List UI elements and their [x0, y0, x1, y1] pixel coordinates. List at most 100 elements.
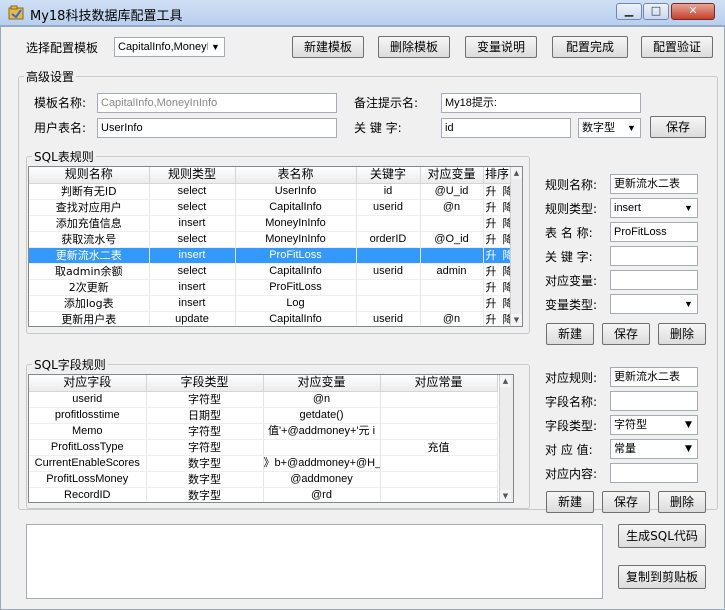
- variable-help-button[interactable]: 变量说明: [465, 36, 537, 58]
- table-cell: insert: [149, 295, 236, 312]
- sql-field-table: 对应字段 字段类型 对应变量 对应常量 userid 字符型 @n profitlos…: [29, 375, 498, 502]
- template-select[interactable]: CapitalInfo,MoneyIn ▼: [114, 37, 225, 57]
- scroll-down-icon[interactable]: ▼: [511, 314, 522, 326]
- variable-type-select[interactable]: ▼: [610, 294, 698, 314]
- new-template-button[interactable]: 新建模板: [292, 36, 364, 58]
- sort-up-link[interactable]: 升: [486, 297, 497, 310]
- sort-up-link[interactable]: 升: [486, 281, 497, 294]
- table-cell: 2次更新: [29, 279, 150, 296]
- table-row[interactable]: 查找对应用户selectCapitalInfouserid@n升降: [29, 199, 512, 216]
- scroll-up-icon[interactable]: ▲: [511, 167, 522, 179]
- maximize-button[interactable]: □: [643, 3, 669, 20]
- sort-cell: 升降: [483, 183, 512, 200]
- rule-delete-button[interactable]: 删除: [658, 323, 706, 345]
- rule-save-button[interactable]: 保存: [602, 323, 650, 345]
- table-row[interactable]: ProfitLossMoney 数字型 @addmoney: [29, 471, 498, 488]
- variable-type-label: 变量类型:: [545, 298, 598, 312]
- column-header[interactable]: 对应字段: [29, 375, 147, 392]
- table-cell: CapitalInfo: [235, 311, 357, 326]
- column-header[interactable]: 对应变量: [420, 167, 484, 184]
- column-header[interactable]: 排序: [483, 167, 512, 184]
- table-cell: 字符型: [146, 439, 264, 456]
- table-row[interactable]: userid 字符型 @n: [29, 391, 498, 408]
- config-verify-button[interactable]: 配置验证: [641, 36, 713, 58]
- template-name-field[interactable]: CapitalInfo,MoneyInInfo: [97, 93, 337, 113]
- column-header[interactable]: 关键字: [356, 167, 421, 184]
- field-content-field[interactable]: [610, 463, 698, 483]
- rule-type-select[interactable]: insert ▼: [610, 198, 698, 218]
- sort-cell: 升降: [483, 279, 512, 296]
- scroll-up-icon[interactable]: ▲: [500, 375, 511, 387]
- field-save-button[interactable]: 保存: [602, 491, 650, 513]
- close-button[interactable]: ✕: [671, 3, 715, 20]
- rule-new-button[interactable]: 新建: [546, 323, 594, 345]
- table-cell: insert: [149, 215, 236, 232]
- table-cell: [420, 247, 484, 264]
- sort-up-link[interactable]: 升: [486, 249, 497, 262]
- column-header[interactable]: 规则名称: [29, 167, 150, 184]
- table-row[interactable]: 获取流水号selectMoneyInInfoorderID@O_id升降: [29, 231, 512, 248]
- table-row[interactable]: 添加充值信息insertMoneyInInfo 升降: [29, 215, 512, 232]
- table-name-field[interactable]: ProFitLoss: [610, 222, 698, 242]
- sort-up-link[interactable]: 升: [486, 185, 497, 198]
- sql-field-scrollbar[interactable]: ▲ ▼: [499, 375, 513, 502]
- copy-clipboard-button[interactable]: 复制到剪贴板: [618, 565, 706, 589]
- dropdown-arrow-icon: ▼: [624, 120, 639, 136]
- column-header[interactable]: 对应常量: [380, 375, 498, 392]
- table-row[interactable]: 取admin余额selectCapitalInfouseridadmin升降: [29, 263, 512, 280]
- table-row[interactable]: 更新流水二表insertProFitLoss 升降: [29, 247, 512, 264]
- generate-sql-button[interactable]: 生成SQL代码: [618, 524, 706, 548]
- table-row[interactable]: profitlosstime 日期型 getdate(): [29, 407, 498, 424]
- minimize-button[interactable]: ▁: [616, 3, 642, 20]
- field-value-select[interactable]: 常量 ▼: [610, 439, 698, 459]
- column-header[interactable]: 对应变量: [263, 375, 381, 392]
- rule-name-field[interactable]: 更新流水二表: [610, 174, 698, 194]
- sql-field-grid[interactable]: 对应字段 字段类型 对应变量 对应常量 userid 字符型 @n profitlos…: [28, 374, 514, 503]
- table-row[interactable]: RecordID 数字型 @rd: [29, 487, 498, 502]
- field-type-label: 字段类型:: [545, 419, 598, 433]
- sort-up-link[interactable]: 升: [486, 217, 497, 230]
- field-rule-field[interactable]: 更新流水二表: [610, 367, 698, 387]
- column-header[interactable]: 规则类型: [149, 167, 236, 184]
- column-header[interactable]: 表名称: [235, 167, 357, 184]
- keyword-field[interactable]: id: [441, 118, 571, 138]
- sql-table-legend: SQL表规则: [32, 148, 96, 165]
- sort-up-link[interactable]: 升: [486, 233, 497, 246]
- delete-template-button[interactable]: 删除模板: [378, 36, 450, 58]
- table-row[interactable]: Memo 字符型 值'+@addmoney+'元 i: [29, 423, 498, 440]
- table-cell: [380, 423, 498, 440]
- table-cell: Memo: [29, 423, 147, 440]
- table-cell: [420, 215, 484, 232]
- sort-up-link[interactable]: 升: [486, 265, 497, 278]
- user-table-field[interactable]: UserInfo: [97, 118, 337, 138]
- remark-field[interactable]: My18提示:: [441, 93, 641, 113]
- sql-table-scrollbar[interactable]: ▲ ▼: [510, 167, 522, 326]
- keyword-type-select[interactable]: 数字型 ▼: [578, 118, 641, 138]
- rule-variable-field[interactable]: [610, 270, 698, 290]
- sort-up-link[interactable]: 升: [486, 313, 497, 326]
- table-row[interactable]: 添加log表insertLog 升降: [29, 295, 512, 312]
- advanced-save-button[interactable]: 保存: [650, 116, 706, 138]
- sql-table-grid[interactable]: 规则名称 规则类型 表名称 关键字 对应变量 排序 判断有无ID select Us…: [28, 166, 523, 327]
- table-row[interactable]: 更新用户表updateCapitalInfouserid@n升降: [29, 311, 512, 326]
- table-cell: [380, 391, 498, 408]
- table-cell: 数字型: [146, 471, 264, 488]
- sql-output-textarea[interactable]: [26, 524, 603, 599]
- dropdown-arrow-icon: ▼: [681, 296, 696, 312]
- field-delete-button[interactable]: 删除: [658, 491, 706, 513]
- table-row[interactable]: 判断有无IDselectUserInfoid@U_id升降: [29, 183, 512, 200]
- sort-up-link[interactable]: 升: [486, 201, 497, 214]
- field-new-button[interactable]: 新建: [546, 491, 594, 513]
- field-type-select[interactable]: 字符型 ▼: [610, 415, 698, 435]
- table-row[interactable]: 2次更新insertProFitLoss 升降: [29, 279, 512, 296]
- table-row[interactable]: CurrentEnableScores 数字型 》b+@addmoney+@H_fe: [29, 455, 498, 472]
- rule-keyword-field[interactable]: [610, 246, 698, 266]
- table-cell: getdate(): [263, 407, 381, 424]
- config-done-button[interactable]: 配置完成: [552, 36, 628, 58]
- advanced-settings-legend: 高级设置: [24, 68, 77, 85]
- table-row[interactable]: ProfitLossType 字符型 充值: [29, 439, 498, 456]
- column-header[interactable]: 字段类型: [146, 375, 264, 392]
- field-name-field[interactable]: [610, 391, 698, 411]
- keyword-type-value: 数字型: [582, 122, 615, 134]
- scroll-down-icon[interactable]: ▼: [500, 490, 511, 502]
